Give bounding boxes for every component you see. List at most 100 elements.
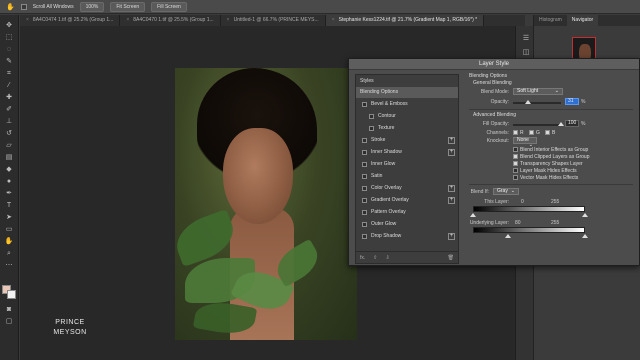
- style-inner-shadow[interactable]: Inner Shadow +: [356, 147, 458, 158]
- channel-r-checkbox[interactable]: [513, 130, 518, 135]
- add-icon[interactable]: +: [448, 185, 455, 192]
- fill-opacity-slider-handle[interactable]: [558, 122, 564, 126]
- zoom-100-button[interactable]: 100%: [79, 1, 105, 12]
- properties-panel-icon[interactable]: ◫: [520, 48, 532, 57]
- eyedropper-tool-icon[interactable]: ⁄: [3, 81, 15, 90]
- style-blending-options[interactable]: Blending Options: [356, 87, 458, 98]
- style-pattern-overlay[interactable]: Pattern Overlay: [356, 207, 458, 218]
- style-checkbox[interactable]: [369, 114, 374, 119]
- document-tab[interactable]: × Untitled-1 @ 66.7% (PRINCE MEYS...: [221, 15, 326, 26]
- style-checkbox[interactable]: [362, 234, 367, 239]
- close-icon[interactable]: ×: [26, 15, 29, 26]
- history-brush-tool-icon[interactable]: ↺: [3, 129, 15, 138]
- move-tool-icon[interactable]: ✥: [3, 21, 15, 30]
- this-layer-black-handle[interactable]: [470, 213, 476, 217]
- styles-header[interactable]: Styles: [356, 75, 458, 87]
- document-tab[interactable]: × 8A4C0474 1.tif @ 25.2% (Group 1...: [20, 15, 121, 26]
- style-bevel-emboss[interactable]: Bevel & Emboss: [356, 99, 458, 110]
- blend-clipped-checkbox[interactable]: [513, 154, 518, 159]
- zoom-tool-icon[interactable]: ⌕: [3, 249, 15, 258]
- brush-tool-icon[interactable]: ✐: [3, 105, 15, 114]
- close-icon[interactable]: ×: [227, 15, 230, 26]
- close-icon[interactable]: ×: [126, 15, 129, 26]
- dodge-tool-icon[interactable]: ●: [3, 177, 15, 186]
- style-texture[interactable]: Texture: [356, 123, 458, 134]
- fit-screen-button[interactable]: Fit Screen: [110, 1, 146, 12]
- underlying-layer-gradient[interactable]: [473, 227, 585, 233]
- blur-tool-icon[interactable]: ◆: [3, 165, 15, 174]
- quick-select-tool-icon[interactable]: ✎: [3, 57, 15, 66]
- style-checkbox[interactable]: [362, 198, 367, 203]
- opacity-input[interactable]: 31: [565, 98, 579, 105]
- fx-icon[interactable]: fx.: [360, 255, 365, 261]
- style-checkbox[interactable]: [362, 222, 367, 227]
- gradient-tool-icon[interactable]: ▤: [3, 153, 15, 162]
- style-checkbox[interactable]: [369, 126, 374, 131]
- opacity-slider[interactable]: [513, 102, 561, 104]
- channel-g-checkbox[interactable]: [529, 130, 534, 135]
- this-layer-gradient[interactable]: [473, 206, 585, 212]
- history-panel-icon[interactable]: ☰: [520, 34, 532, 43]
- close-icon[interactable]: ×: [332, 15, 335, 26]
- scroll-all-windows-checkbox[interactable]: [20, 3, 27, 10]
- style-checkbox[interactable]: [362, 150, 367, 155]
- style-checkbox[interactable]: [362, 162, 367, 167]
- style-gradient-overlay[interactable]: Gradient Overlay +: [356, 195, 458, 206]
- fill-screen-button[interactable]: Fill Screen: [151, 1, 187, 12]
- lasso-tool-icon[interactable]: ◌: [3, 45, 15, 54]
- tab-navigator[interactable]: Navigator: [566, 15, 599, 26]
- vector-mask-hides-checkbox[interactable]: [513, 175, 518, 180]
- blend-interior-checkbox[interactable]: [513, 147, 518, 152]
- blend-if-select[interactable]: Gray ⌄: [493, 188, 519, 195]
- style-inner-glow[interactable]: Inner Glow: [356, 159, 458, 170]
- quick-mask-icon[interactable]: ◙: [3, 305, 15, 314]
- trash-icon[interactable]: 🗑: [448, 255, 454, 261]
- style-contour[interactable]: Contour: [356, 111, 458, 122]
- style-checkbox[interactable]: [362, 186, 367, 191]
- pen-tool-icon[interactable]: ✒: [3, 189, 15, 198]
- opacity-slider-handle[interactable]: [524, 100, 531, 104]
- style-satin[interactable]: Satin: [356, 171, 458, 182]
- fill-opacity-slider[interactable]: [513, 124, 561, 126]
- tab-histogram[interactable]: Histogram: [534, 15, 567, 26]
- style-color-overlay[interactable]: Color Overlay +: [356, 183, 458, 194]
- type-tool-icon[interactable]: T: [3, 201, 15, 210]
- style-drop-shadow[interactable]: Drop Shadow +: [356, 231, 458, 242]
- add-icon[interactable]: +: [448, 137, 455, 144]
- document-tab[interactable]: × 8A4C0470 1.tif @ 25.5% (Group 1...: [120, 15, 221, 26]
- document-tab-active[interactable]: × Stephanie Kess1224.tif @ 21.7% (Gradien…: [325, 15, 485, 26]
- fill-opacity-input[interactable]: 100: [565, 120, 579, 127]
- healing-brush-tool-icon[interactable]: ✚: [3, 93, 15, 102]
- add-icon[interactable]: +: [448, 149, 455, 156]
- crop-tool-icon[interactable]: ⌗: [3, 69, 15, 78]
- channel-b-checkbox[interactable]: [545, 130, 550, 135]
- style-checkbox[interactable]: [362, 174, 367, 179]
- knockout-select[interactable]: None ⌄: [513, 137, 537, 148]
- underlying-layer-label: Underlying Layer:: [469, 220, 509, 226]
- transparency-shapes-checkbox[interactable]: [513, 161, 518, 166]
- underlying-layer-white-handle[interactable]: [582, 234, 588, 238]
- style-checkbox[interactable]: [362, 102, 367, 107]
- move-up-icon[interactable]: ⇧: [373, 255, 377, 261]
- portrait-photo[interactable]: [175, 68, 357, 340]
- style-stroke[interactable]: Stroke +: [356, 135, 458, 146]
- underlying-layer-black-handle[interactable]: [505, 234, 511, 238]
- background-color-swatch[interactable]: [7, 290, 16, 299]
- style-outer-glow[interactable]: Outer Glow: [356, 219, 458, 230]
- style-checkbox[interactable]: [362, 138, 367, 143]
- eraser-tool-icon[interactable]: ▱: [3, 141, 15, 150]
- clone-stamp-tool-icon[interactable]: ⊥: [3, 117, 15, 126]
- shape-tool-icon[interactable]: ▭: [3, 225, 15, 234]
- marquee-tool-icon[interactable]: ⬚: [3, 33, 15, 42]
- hand-tool-icon[interactable]: ✋: [3, 237, 15, 246]
- style-checkbox[interactable]: [362, 210, 367, 215]
- move-down-icon[interactable]: ⇩: [385, 255, 389, 261]
- more-tools-icon[interactable]: ⋯: [3, 261, 15, 270]
- path-selection-tool-icon[interactable]: ➤: [3, 213, 15, 222]
- layer-mask-hides-checkbox[interactable]: [513, 168, 518, 173]
- screen-mode-icon[interactable]: ▢: [3, 317, 15, 326]
- add-icon[interactable]: +: [448, 233, 455, 240]
- this-layer-white-handle[interactable]: [582, 213, 588, 217]
- blend-mode-select[interactable]: Soft Light ⌄: [513, 88, 563, 95]
- add-icon[interactable]: +: [448, 197, 455, 204]
